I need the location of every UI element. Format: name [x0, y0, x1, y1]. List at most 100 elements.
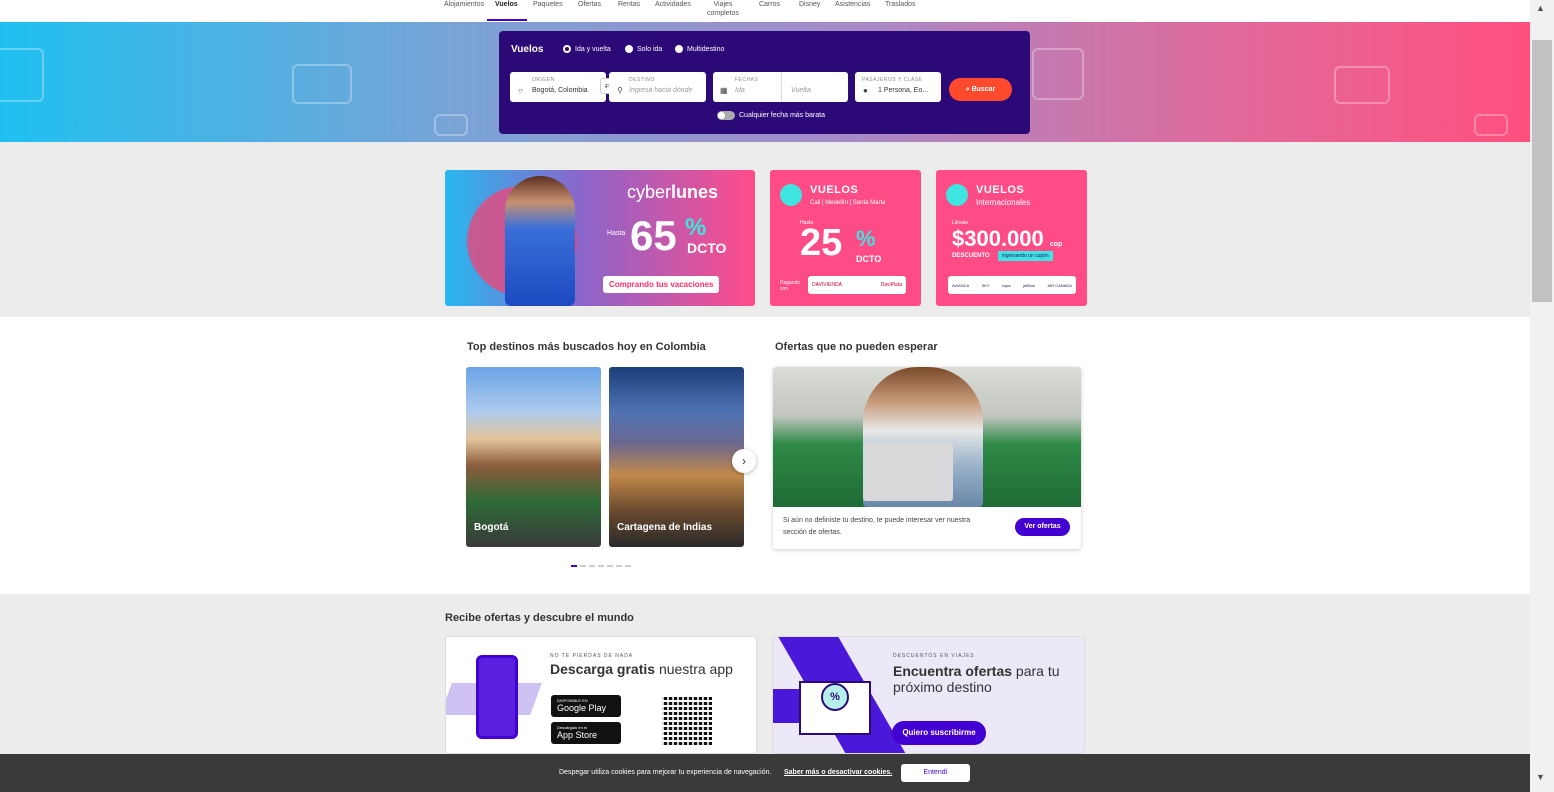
offers-card: Si aún no definiste tu destino, te puede… [773, 367, 1081, 549]
radio-multidestino[interactable]: Multidestino [675, 45, 724, 53]
promo-cyberlunes[interactable]: cyberlunes Hasta 65 % DCTO Comprando tus… [445, 170, 755, 306]
nav-alojamientos[interactable]: Alojamientos [444, 0, 484, 9]
subscribe-headline-bold: Encuentra ofertas [893, 663, 1013, 679]
nav-vuelos[interactable]: Vuelos [495, 0, 518, 9]
ver-ofertas-button[interactable]: Ver ofertas [1015, 518, 1070, 536]
scrollbar[interactable]: ▲ ▼ [1530, 0, 1554, 792]
promo-sub: Cali | Medellín | Santa Marta [810, 200, 886, 206]
nav-viajes-completos[interactable]: Viajes completos [707, 0, 739, 18]
nav-carros[interactable]: Carros [759, 0, 780, 9]
promo-head: VUELOS [976, 184, 1025, 196]
origin-value: Bogotá, Colombia [532, 87, 588, 94]
toggle-switch[interactable] [717, 111, 735, 120]
destination-label: DESTINO [629, 77, 655, 83]
app-download-card: NO TE PIERDAS DE NADA Descarga gratis nu… [445, 636, 757, 754]
radio-label: Solo ida [637, 45, 663, 53]
carousel-dot[interactable] [598, 565, 604, 567]
carousel-dot[interactable] [625, 565, 631, 567]
carousel-dot[interactable] [616, 565, 622, 567]
promo-percent: % [856, 226, 876, 251]
cookie-link[interactable]: Saber más o desactivar cookies. [784, 769, 892, 776]
dates-label: FECHAS [735, 77, 759, 83]
scrollbar-thumb[interactable] [1532, 40, 1552, 302]
amount-currency: cop [1049, 241, 1063, 248]
radio-ida-vuelta[interactable]: Ida y vuelta [563, 45, 611, 53]
vuelta-input[interactable]: Vuelta [791, 87, 811, 94]
laptop-image [863, 443, 953, 501]
offers-text: Si aún no definiste tu destino, te puede… [783, 517, 971, 536]
destination-card-bogota[interactable]: Bogotá [466, 367, 601, 547]
nav-rentas[interactable]: Rentas [618, 0, 640, 9]
airline-logo: AVIANCA [952, 283, 970, 288]
nav-traslados[interactable]: Traslados [885, 0, 915, 9]
radio-dot [563, 45, 571, 53]
search-icon: ⌕ [965, 86, 970, 93]
airline-logo: jetBlue [1022, 283, 1036, 288]
promo-vuelos-internacionales[interactable]: VUELOS Internacionales Llévate $300.000 … [936, 170, 1087, 306]
app-headline: Descarga gratis nuestra app [550, 661, 733, 677]
app-caption: NO TE PIERDAS DE NADA [550, 653, 634, 659]
carousel-dots [571, 565, 631, 567]
carousel-dot[interactable] [589, 565, 595, 567]
daviplata-logo: DaviPlata [880, 282, 902, 288]
app-store-button[interactable]: Descárgalo en el App Store [551, 722, 621, 744]
promo-cta[interactable]: Comprando tus vacaciones [603, 276, 720, 293]
nav-viajes-line1: Viajes [713, 1, 733, 8]
pin-icon: ⚲ [617, 86, 623, 95]
nav-paquetes[interactable]: Paquetes [533, 0, 563, 9]
brand-pre: cyber [627, 182, 672, 202]
destination-field[interactable]: ⚲ DESTINO Ingresa hacia dónde [609, 72, 706, 102]
location-icon: ○ [518, 86, 523, 95]
toggle-label: Cualquier fecha más barata [739, 112, 825, 119]
destination-name: Cartagena de Indias [617, 522, 713, 533]
google-play-button[interactable]: DISPONIBLE EN Google Play [551, 695, 621, 717]
nav-disney[interactable]: Disney [799, 0, 820, 9]
date-divider [781, 72, 782, 102]
nav-viajes-line2: completos [707, 10, 739, 17]
app-headline-bold: Descarga gratis [550, 661, 656, 677]
cookie-accept-button[interactable]: Entendí [901, 764, 970, 782]
promo-sub: Internacionales [976, 198, 1031, 207]
ticket-icon [1334, 66, 1390, 104]
destination-input: Ingresa hacia dónde [629, 87, 693, 94]
carousel-dot[interactable] [607, 565, 613, 567]
promo-hasta: Hasta [607, 230, 626, 237]
promo-amount: $300.000 cop [952, 226, 1062, 252]
davivienda-logo: DAVIVIENDA [812, 282, 842, 288]
radio-solo-ida[interactable]: Solo ida [625, 45, 662, 53]
nav-actividades[interactable]: Actividades [655, 0, 691, 9]
flight-search-box: Vuelos Ida y vuelta Solo ida Multidestin… [499, 31, 1030, 134]
nav-asistencias[interactable]: Asistencias [835, 0, 870, 9]
airline-logo: copa [1001, 283, 1011, 288]
ticket-icon [434, 114, 468, 136]
passengers-field[interactable]: ● PASAJEROS Y CLASE 1 Persona, Eo... [855, 72, 941, 102]
dates-field[interactable]: ▦ FECHAS Ida Vuelta [713, 72, 848, 102]
ida-input[interactable]: Ida [735, 87, 745, 94]
plane-icon [946, 184, 968, 206]
phone-icon [476, 655, 518, 739]
carousel-dot[interactable] [580, 565, 586, 567]
promo-pago: Pagando con [780, 280, 801, 292]
passengers-label: PASAJEROS Y CLASE [862, 77, 923, 83]
carousel-dot[interactable] [571, 565, 577, 567]
nav-active-indicator [487, 19, 527, 21]
nav-ofertas[interactable]: Ofertas [578, 0, 601, 9]
amount-value: $300.000 [952, 226, 1044, 251]
origin-field[interactable]: ○ ORIGEN Bogotá, Colombia [510, 72, 606, 102]
ticket-icon [292, 64, 352, 104]
offers-image [773, 367, 1081, 507]
destination-card-cartagena[interactable]: Cartagena de Indias [609, 367, 744, 547]
search-button[interactable]: ⌕ Buscar [949, 78, 1012, 101]
scroll-up-icon[interactable]: ▲ [1536, 3, 1545, 13]
radio-label: Ida y vuelta [575, 45, 611, 53]
radio-label: Multidestino [687, 45, 725, 53]
cheapest-date-toggle[interactable]: Cualquier fecha más barata [717, 111, 825, 120]
cyberlunes-logo: cyberlunes [627, 182, 718, 203]
offers-title: Ofertas que no pueden esperar [775, 341, 938, 353]
chevron-right-icon[interactable]: › [732, 449, 756, 473]
scroll-down-icon[interactable]: ▼ [1536, 772, 1545, 782]
promo-vuelos-nacionales[interactable]: VUELOS Cali | Medellín | Santa Marta Has… [770, 170, 921, 306]
airline-logo: SKY [981, 283, 990, 288]
store-big: App Store [557, 730, 598, 740]
subscribe-button[interactable]: Quiero suscribirme [892, 721, 986, 745]
